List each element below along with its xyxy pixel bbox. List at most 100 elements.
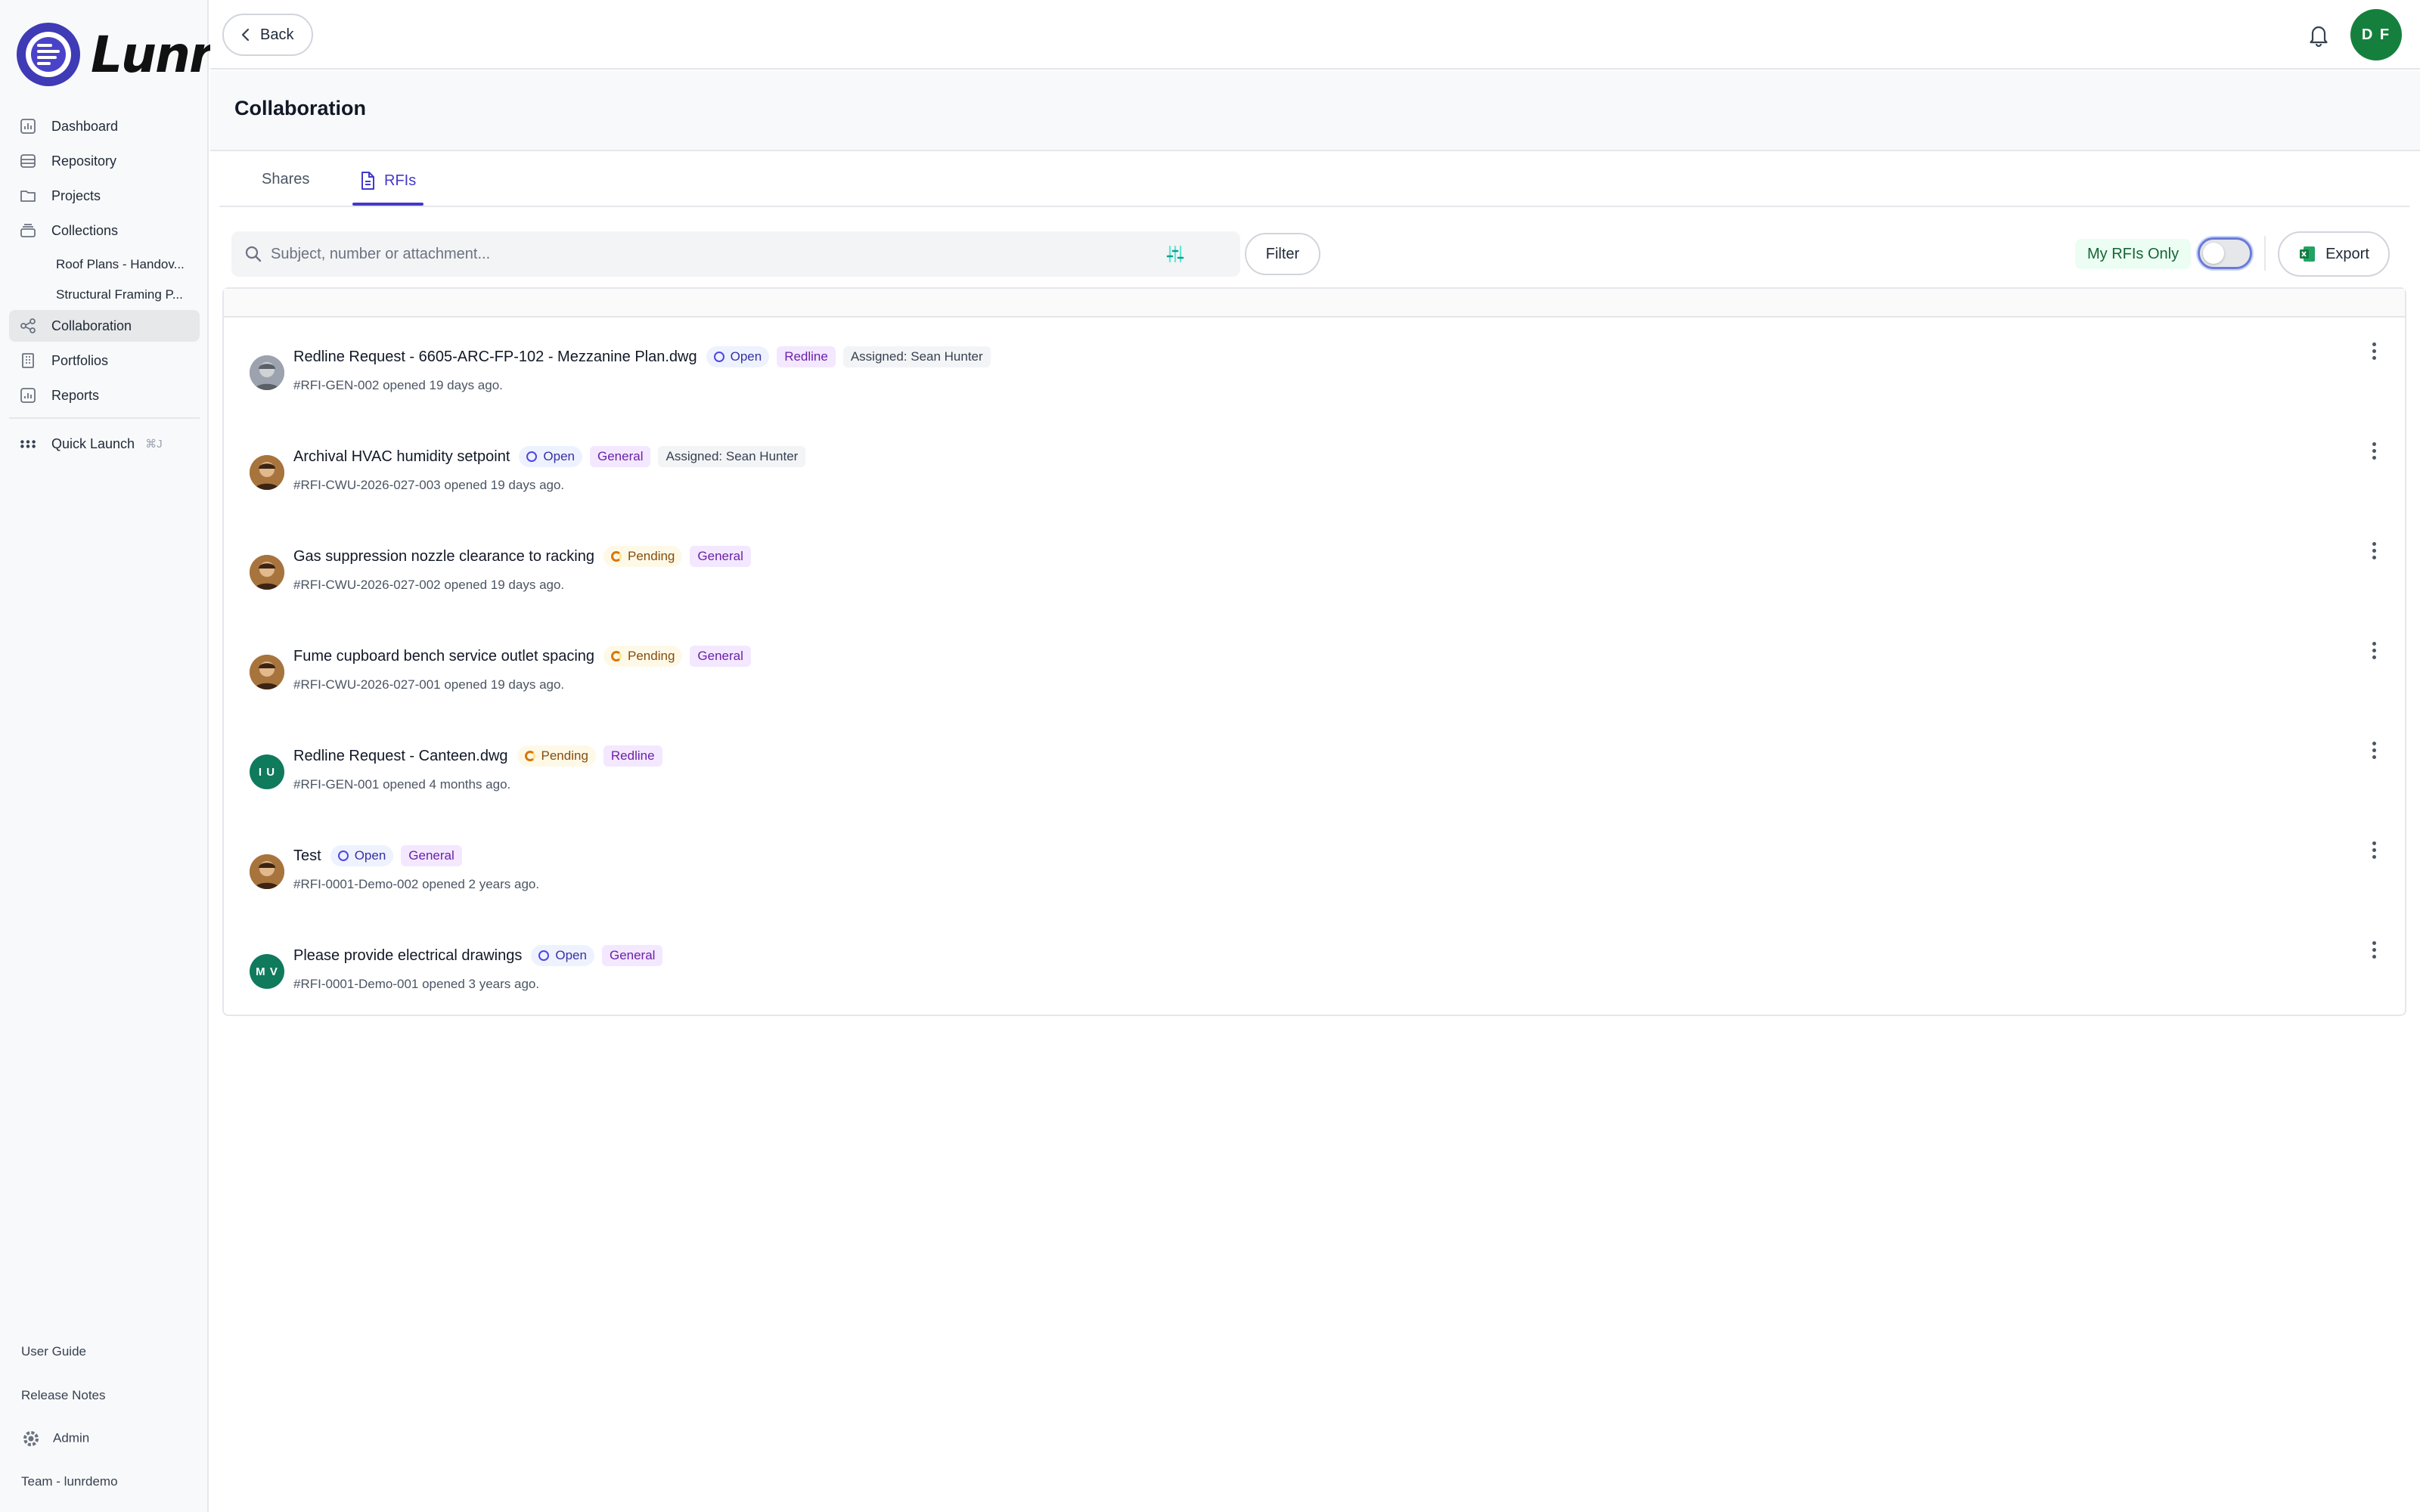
folder-icon	[20, 187, 36, 204]
page-header: Collaboration	[210, 71, 2420, 151]
sidebar-item-label: Dashboard	[51, 118, 119, 134]
user-avatar[interactable]: D F	[2350, 9, 2402, 60]
sidebar-item-projects[interactable]: Projects	[9, 180, 200, 212]
rfi-row[interactable]: Archival HVAC humidity setpoint Open Gen…	[224, 419, 2405, 519]
avatar-photo-icon	[250, 655, 284, 689]
chart-icon	[20, 118, 36, 135]
rfi-title[interactable]: Gas suppression nozzle clearance to rack…	[293, 548, 594, 565]
my-rfis-only-label: My RFIs Only	[2075, 239, 2192, 269]
back-button[interactable]: Back	[222, 14, 314, 56]
sliders-icon[interactable]	[1165, 243, 1186, 265]
sidebar-item-repository[interactable]: Repository	[9, 145, 200, 177]
avatar	[250, 854, 284, 889]
logo[interactable]: Lunr	[17, 23, 214, 86]
sidebar-item-label: Collections	[51, 222, 119, 238]
sidebar-item-label: Reports	[51, 387, 100, 403]
rfi-title[interactable]: Redline Request - 6605-ARC-FP-102 - Mezz…	[293, 349, 697, 366]
tab-shares[interactable]: Shares	[262, 171, 309, 188]
avatar-photo-icon	[250, 355, 284, 390]
sidebar-item-dashboard[interactable]: Dashboard	[9, 110, 200, 142]
status-badge: Open	[519, 446, 582, 467]
sidebar-item-portfolios[interactable]: Portfolios	[9, 345, 200, 376]
status-badge: Pending	[603, 546, 683, 567]
status-label: Pending	[628, 549, 675, 563]
clock-icon	[611, 551, 622, 562]
avatar	[250, 455, 284, 490]
rfi-meta: #RFI-0001-Demo-001 opened 3 years ago.	[293, 977, 540, 991]
quick-launch-shortcut: ⌘J	[145, 438, 163, 451]
list-header	[224, 289, 2405, 318]
rfi-title-line: Test Open General	[293, 845, 470, 866]
tab-rfis[interactable]: RFIs	[358, 171, 416, 191]
more-options-icon[interactable]	[2367, 435, 2381, 466]
avatar	[250, 555, 284, 590]
sidebar-collection-item[interactable]: Roof Plans - Handov...	[9, 249, 200, 280]
type-badge: Redline	[777, 346, 836, 367]
lunr-logo-icon	[17, 23, 80, 86]
more-options-icon[interactable]	[2367, 336, 2381, 366]
share-icon	[20, 318, 36, 334]
search-bar	[231, 231, 1240, 277]
rfi-title[interactable]: Archival HVAC humidity setpoint	[293, 448, 510, 466]
circle-icon	[713, 352, 724, 362]
sidebar-item-collections[interactable]: Collections	[9, 215, 200, 246]
assignee-badge: Assigned: Sean Hunter	[658, 446, 806, 467]
sidebar-collection-item[interactable]: Structural Framing P...	[9, 280, 200, 310]
sidebar-item-label: Portfolios	[51, 352, 109, 368]
rfi-row[interactable]: Test Open General #RFI-0001-Demo-002 ope…	[224, 818, 2405, 918]
filter-button[interactable]: Filter	[1245, 233, 1320, 275]
team-switcher[interactable]: Team - lunrdemo	[21, 1474, 195, 1489]
avatar-photo-icon	[250, 455, 284, 490]
quick-launch-button[interactable]: Quick Launch ⌘J	[9, 428, 200, 460]
avatar: I U	[250, 754, 284, 789]
more-options-icon[interactable]	[2367, 635, 2381, 665]
rfi-row[interactable]: Fume cupboard bench service outlet spaci…	[224, 618, 2405, 718]
status-badge: Open	[531, 945, 594, 966]
rfi-row[interactable]: M V Please provide electrical drawings O…	[224, 918, 2405, 1018]
avatar-photo-icon	[250, 555, 284, 590]
sidebar-item-reports[interactable]: Reports	[9, 380, 200, 411]
rfi-meta: #RFI-CWU-2026-027-001 opened 19 days ago…	[293, 677, 565, 692]
type-badge: General	[590, 446, 651, 467]
export-button[interactable]: Export	[2278, 231, 2390, 277]
avatar-initials: I U	[258, 765, 276, 779]
building-icon	[20, 352, 36, 369]
status-badge: Pending	[603, 646, 683, 667]
release-notes-link[interactable]: Release Notes	[21, 1388, 195, 1403]
sidebar: Lunr Dashboard Repository Projects Colle…	[0, 0, 214, 1512]
more-options-icon[interactable]	[2367, 934, 2381, 965]
rfi-title[interactable]: Please provide electrical drawings	[293, 947, 522, 965]
export-label: Export	[2325, 245, 2369, 262]
grid-dots-icon	[20, 435, 36, 452]
excel-icon	[2300, 246, 2316, 262]
bell-icon[interactable]	[2304, 20, 2334, 50]
rfi-title[interactable]: Test	[293, 847, 321, 865]
status-label: Pending	[628, 649, 675, 663]
rfi-title-line: Fume cupboard bench service outlet spaci…	[293, 646, 759, 667]
rfi-row[interactable]: Gas suppression nozzle clearance to rack…	[224, 519, 2405, 618]
assignee-badge: Assigned: Sean Hunter	[842, 346, 991, 367]
avatar-initials: M V	[256, 965, 278, 978]
type-badge: General	[690, 646, 751, 667]
page-title: Collaboration	[234, 97, 366, 119]
back-label: Back	[260, 26, 294, 43]
more-options-icon[interactable]	[2367, 735, 2381, 765]
search-input[interactable]	[271, 245, 1103, 263]
sidebar-item-collaboration[interactable]: Collaboration	[9, 310, 200, 342]
status-badge: Pending	[517, 745, 596, 767]
more-options-icon[interactable]	[2367, 535, 2381, 565]
my-rfis-only-toggle[interactable]	[2198, 237, 2252, 269]
top-bar: Back D F	[210, 0, 2420, 70]
user-guide-link[interactable]: User Guide	[21, 1344, 195, 1359]
rfi-meta: #RFI-CWU-2026-027-002 opened 19 days ago…	[293, 578, 565, 592]
avatar	[250, 655, 284, 689]
rfi-row[interactable]: I U Redline Request - Canteen.dwg Pendin…	[224, 718, 2405, 818]
more-options-icon[interactable]	[2367, 835, 2381, 865]
rfi-title[interactable]: Fume cupboard bench service outlet spaci…	[293, 648, 594, 665]
rfi-row[interactable]: Redline Request - 6605-ARC-FP-102 - Mezz…	[224, 319, 2405, 419]
admin-link[interactable]: Admin	[21, 1429, 195, 1448]
sidebar-item-label: Collaboration	[51, 318, 132, 333]
rfi-title[interactable]: Redline Request - Canteen.dwg	[293, 748, 508, 765]
status-label: Open	[543, 449, 575, 463]
rfi-list: Redline Request - 6605-ARC-FP-102 - Mezz…	[222, 287, 2406, 1016]
